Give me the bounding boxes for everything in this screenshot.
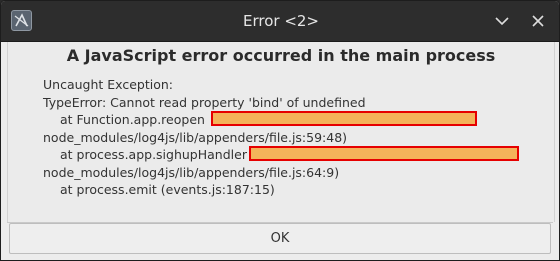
title-bar[interactable]: Error <2> <box>1 1 559 42</box>
stack-frame-line: at Function.app.reopen <box>43 111 519 129</box>
close-button[interactable] <box>528 11 548 31</box>
window-title: Error <2> <box>242 12 319 30</box>
redaction-box <box>210 111 477 126</box>
stack-frame-text: at Function.app.reopen <box>60 112 205 127</box>
minimize-button[interactable] <box>492 11 512 31</box>
message-line: Uncaught Exception: <box>43 77 173 92</box>
error-dialog-window: Error <2> A JavaScript error occurred in… <box>0 0 560 261</box>
ok-button[interactable]: OK <box>9 223 551 254</box>
dialog-content: A JavaScript error occurred in the main … <box>7 42 555 222</box>
stack-frame-path: node_modules/log4js/lib/appenders/file.j… <box>43 164 340 180</box>
redaction-box <box>248 146 519 161</box>
stack-frame-text: at process.app.sighupHandler <box>60 147 247 162</box>
message-line: TypeError: Cannot read property 'bind' o… <box>43 94 366 110</box>
stack-frame-path: node_modules/log4js/lib/appenders/file.j… <box>43 129 348 145</box>
error-message: Uncaught Exception: TypeError: Cannot re… <box>43 76 519 199</box>
chevron-down-icon <box>495 17 509 26</box>
close-icon <box>532 15 544 27</box>
stack-frame-line: at process.app.sighupHandler <box>43 146 519 164</box>
error-heading: A JavaScript error occurred in the main … <box>66 46 496 65</box>
stack-frame-line: at process.emit (events.js:187:15) <box>60 182 275 197</box>
